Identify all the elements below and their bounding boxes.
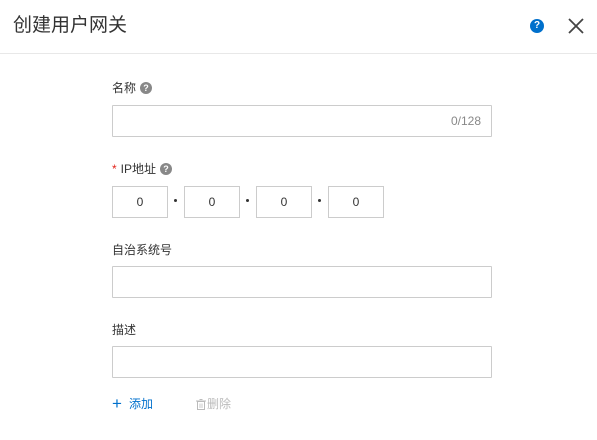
ip-separator-dot: [318, 199, 321, 202]
ip-octet-4-input[interactable]: 0: [328, 186, 384, 218]
trash-icon: [196, 398, 206, 410]
name-label-text: 名称: [112, 81, 137, 95]
dialog-header: 创建用户网关 ?: [0, 0, 597, 54]
required-mark: *: [112, 162, 117, 176]
add-label: 添加: [128, 397, 153, 411]
delete-button[interactable]: 删除: [196, 396, 231, 412]
ip-octet-3-input[interactable]: 0: [256, 186, 312, 218]
ip-label-text: IP地址: [120, 162, 157, 176]
question-icon[interactable]: ?: [140, 82, 153, 94]
description-label-text: 描述: [112, 323, 137, 337]
asn-field-label: 自治系统号: [112, 242, 172, 258]
ip-separator-dot: [174, 199, 177, 202]
name-char-counter: 0/128: [450, 114, 481, 128]
plus-icon: +: [112, 394, 122, 413]
help-icon[interactable]: ?: [530, 19, 544, 33]
description-field-label: 描述: [112, 322, 136, 338]
question-icon[interactable]: ?: [160, 163, 173, 175]
asn-input[interactable]: [112, 266, 492, 298]
description-input[interactable]: [112, 346, 492, 378]
ip-separator-dot: [246, 199, 249, 202]
asn-label-text: 自治系统号: [112, 243, 173, 257]
ip-field-label: * IP地址 ?: [112, 161, 173, 177]
delete-label: 删除: [207, 397, 232, 411]
name-field-label: 名称 ?: [112, 80, 153, 96]
ip-octet-2-input[interactable]: 0: [184, 186, 240, 218]
dialog-title: 创建用户网关: [13, 15, 128, 36]
ip-octet-1-input[interactable]: 0: [112, 186, 168, 218]
add-button[interactable]: + 添加: [112, 394, 153, 413]
close-icon[interactable]: [566, 16, 586, 36]
name-input[interactable]: 0/128: [112, 105, 492, 137]
create-user-gateway-dialog: 创建用户网关 ? 名称 ? 0/128 * IP地址 ? 0 0 0 0 自治系…: [0, 0, 597, 440]
